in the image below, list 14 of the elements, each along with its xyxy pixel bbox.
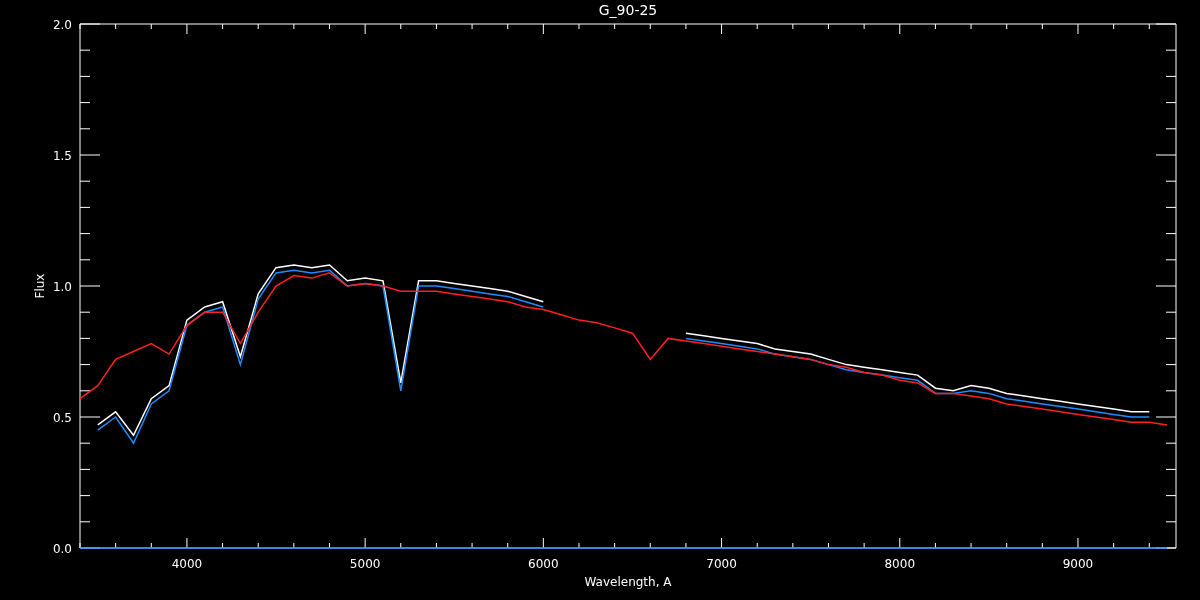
tick-label: 0.0	[52, 542, 72, 556]
tick-label: 2.0	[52, 18, 72, 32]
tick-label: 9000	[1062, 557, 1094, 571]
axis-title: Flux	[33, 273, 47, 299]
chart-title: G_90-25	[598, 2, 658, 18]
tick-label: 6000	[528, 557, 559, 571]
tick-label: 7000	[706, 557, 737, 571]
tick-label: 1.5	[52, 149, 72, 163]
tick-label: 8000	[884, 557, 916, 571]
tick-label: 4000	[171, 557, 203, 571]
tick-label: 0.5	[52, 411, 72, 425]
tick-label: 1.0	[52, 280, 72, 294]
tick-label: 5000	[349, 557, 381, 571]
axis-title: Wavelength, A	[584, 575, 672, 589]
